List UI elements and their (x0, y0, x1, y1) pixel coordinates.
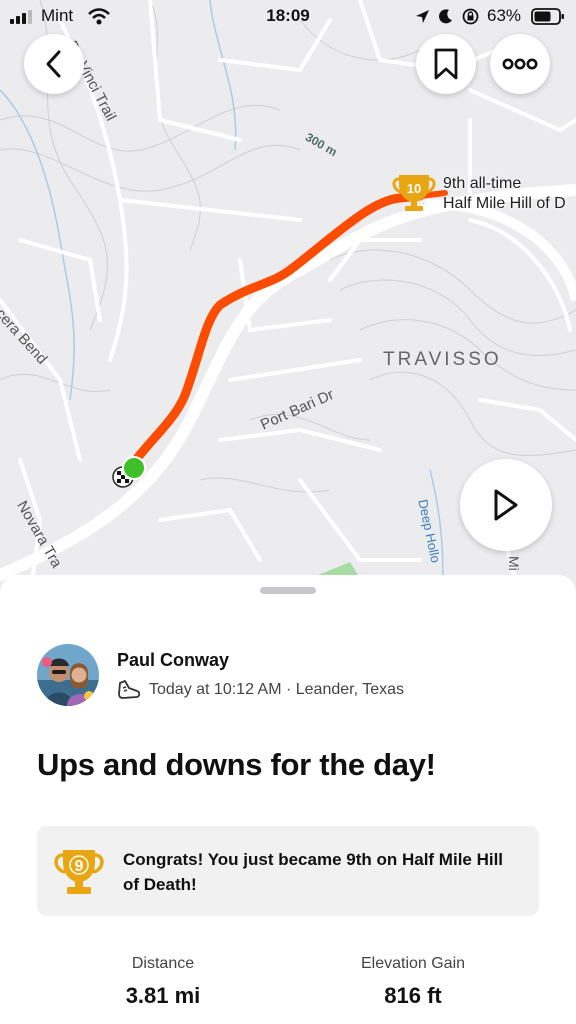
orientation-lock-icon (462, 8, 479, 25)
more-options-button[interactable] (490, 34, 550, 94)
activity-title: Ups and downs for the day! (37, 747, 436, 782)
battery-icon (531, 8, 564, 25)
activity-meta: Today at 10:12 AM · Leander, Texas (117, 679, 404, 701)
athlete-photo (37, 644, 99, 706)
bookmark-button[interactable] (416, 34, 476, 94)
achievement-card[interactable]: 9 Congrats! You just became 9th on Half … (37, 826, 539, 916)
more-icon (502, 58, 538, 70)
avatar[interactable] (37, 644, 99, 706)
activity-sheet: Paul Conway Today at 10:12 AM · Leander,… (0, 575, 576, 1024)
street-label: Mi (506, 556, 522, 571)
stat-distance: Distance 3.81 mi (63, 955, 263, 1009)
achievement-rank-badge: 9 (75, 858, 84, 875)
route-map[interactable]: 10 Da Vinci Trail 300 m Acera Bend Port … (0, 0, 576, 600)
segment-trophy-icon: 10 (392, 175, 436, 211)
segment-rank-badge: 10 (407, 181, 421, 196)
moon-icon (439, 9, 452, 24)
neighborhood-label: TRAVISSO (383, 349, 502, 370)
chevron-left-icon (46, 50, 61, 78)
flyover-play-button[interactable] (460, 459, 552, 551)
stat-label: Elevation Gain (360, 955, 466, 972)
run-shoe-icon (118, 680, 141, 699)
segment-name-text: Half Mile Hill of D (443, 195, 566, 212)
back-button[interactable] (24, 34, 84, 94)
trophy-icon: 9 (54, 850, 104, 894)
location-arrow-icon (416, 10, 429, 23)
bookmark-icon (434, 48, 458, 80)
play-icon (494, 489, 518, 521)
stat-label: Distance (131, 955, 195, 972)
sheet-drag-handle[interactable] (260, 587, 316, 594)
battery-percent: 63% (487, 6, 522, 25)
activity-date-location: Today at 10:12 AM · Leander, Texas (149, 681, 404, 698)
stat-value: 816 ft (384, 983, 442, 1008)
segment-rank-text: 9th all-time (443, 175, 522, 192)
athlete-name[interactable]: Paul Conway (117, 650, 229, 671)
stat-value: 3.81 mi (125, 983, 201, 1008)
achievement-text: Congrats! You just became 9th on Half Mi… (123, 850, 504, 894)
status-bar: Mint 18:09 63% (0, 0, 576, 34)
segment-callout[interactable]: 9th all-time Half Mile Hill of D (443, 174, 566, 214)
stat-elevation-gain: Elevation Gain 816 ft (313, 955, 513, 1009)
start-marker (122, 456, 146, 480)
